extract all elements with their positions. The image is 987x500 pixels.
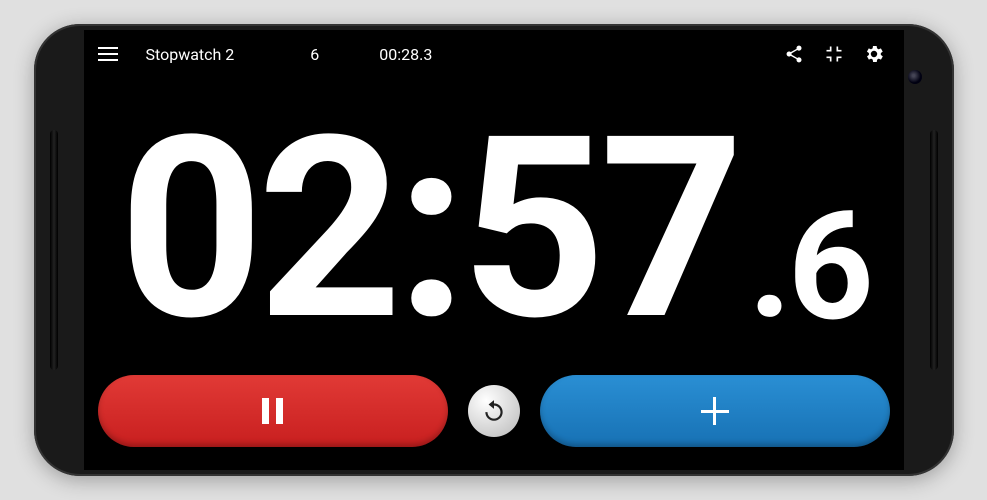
pause-button[interactable] <box>98 375 448 447</box>
plus-icon <box>701 397 729 425</box>
speaker-grill-left <box>50 130 58 370</box>
control-bar <box>84 370 904 470</box>
lap-button[interactable] <box>540 375 890 447</box>
app-screen: Stopwatch 2 6 00:28.3 02:57 . 6 <box>84 30 904 470</box>
time-display: 02:57 . 6 <box>84 78 904 370</box>
speaker-grill-right <box>930 130 938 370</box>
lap-time: 00:28.3 <box>379 45 432 64</box>
time-tenths: 6 <box>788 192 868 342</box>
hamburger-icon[interactable] <box>94 47 124 61</box>
front-camera <box>908 70 922 84</box>
pause-icon <box>262 398 283 424</box>
app-title[interactable]: Stopwatch 2 <box>146 45 235 64</box>
phone-frame: Stopwatch 2 6 00:28.3 02:57 . 6 <box>34 24 954 476</box>
time-separator: . <box>748 190 786 340</box>
collapse-icon[interactable] <box>814 34 854 74</box>
reset-icon <box>481 398 507 424</box>
top-bar: Stopwatch 2 6 00:28.3 <box>84 30 904 78</box>
gear-icon[interactable] <box>854 34 894 74</box>
share-icon[interactable] <box>774 34 814 74</box>
lap-count: 6 <box>310 45 319 64</box>
reset-button[interactable] <box>468 385 520 437</box>
time-main: 02:57 <box>119 103 738 355</box>
